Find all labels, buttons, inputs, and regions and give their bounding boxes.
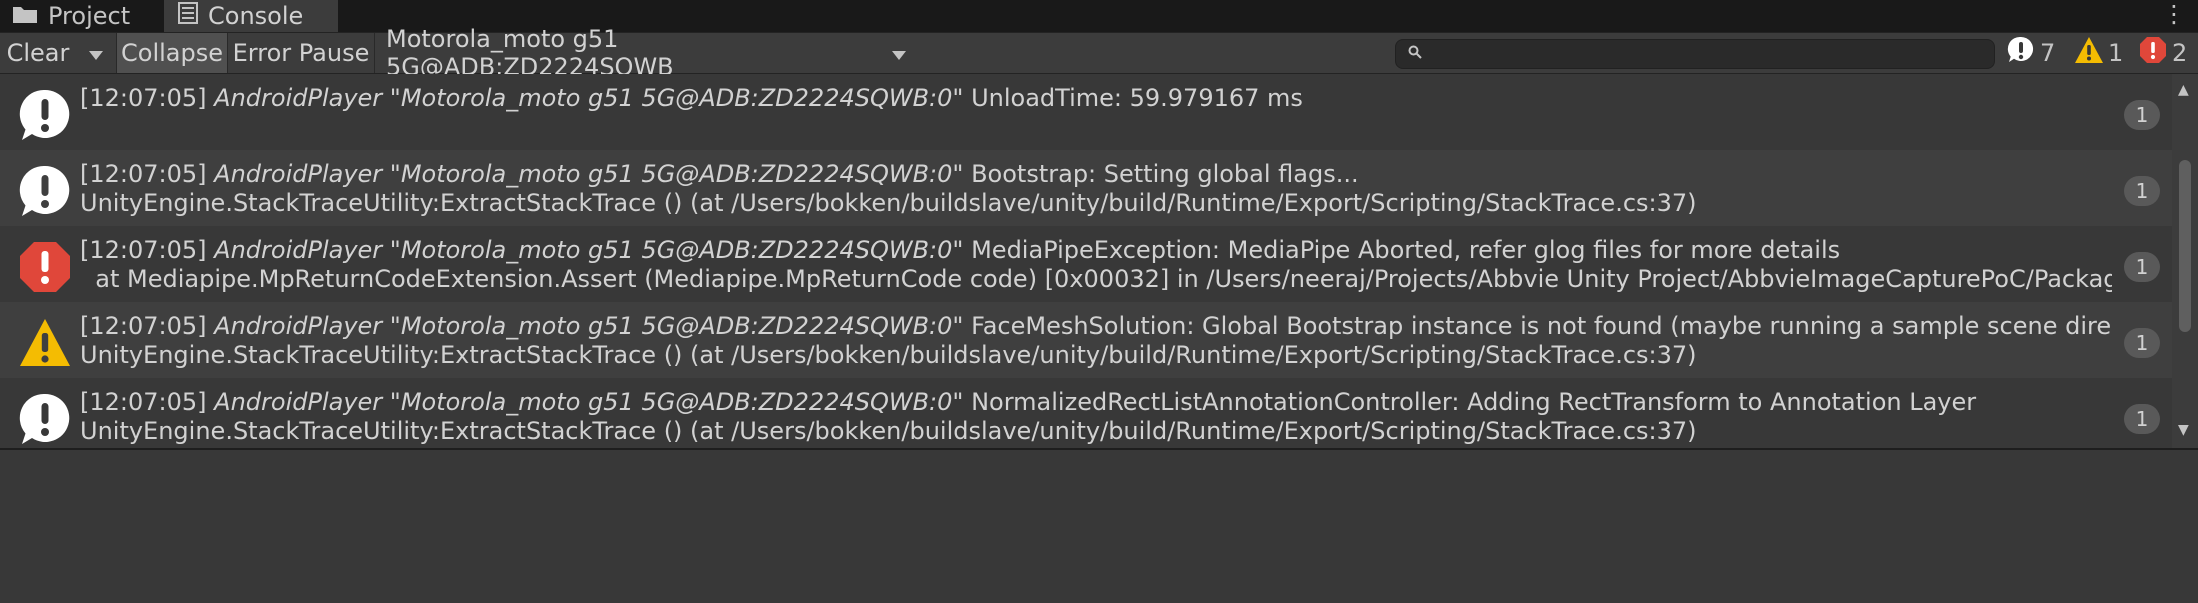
info-count: 7: [2040, 39, 2056, 67]
log-entry[interactable]: [12:07:05] AndroidPlayer "Motorola_moto …: [0, 226, 2172, 302]
log-entry[interactable]: [12:07:05] AndroidPlayer "Motorola_moto …: [0, 74, 2172, 150]
error-icon: [2138, 35, 2168, 71]
log-source: AndroidPlayer "Motorola_moto g51 5G@ADB:…: [214, 84, 964, 112]
log-source: AndroidPlayer "Motorola_moto g51 5G@ADB:…: [214, 388, 964, 416]
tab-console-label: Console: [208, 2, 304, 30]
info-icon: [2006, 35, 2036, 71]
log-text: FaceMeshSolution: Global Bootstrap insta…: [971, 312, 2112, 340]
error-counter-toggle[interactable]: 2: [2138, 33, 2187, 73]
log-count-badge: 1: [2124, 100, 2160, 130]
log-entry[interactable]: [12:07:05] AndroidPlayer "Motorola_moto …: [0, 150, 2172, 226]
error-pause-label: Error Pause: [232, 39, 370, 67]
log-count-badge: 1: [2124, 176, 2160, 206]
info-counter-toggle[interactable]: 7: [2006, 33, 2055, 73]
log-text: NormalizedRectListAnnotationController: …: [971, 388, 1977, 416]
log-time: [12:07:05]: [80, 236, 207, 264]
console-icon: [178, 2, 198, 30]
log-entry[interactable]: [12:07:05] AndroidPlayer "Motorola_moto …: [0, 378, 2172, 448]
chevron-down-icon: [892, 39, 906, 67]
log-detail-pane: [0, 448, 2198, 603]
log-text: MediaPipeException: MediaPipe Aborted, r…: [971, 236, 1841, 264]
log-time: [12:07:05]: [80, 84, 207, 112]
tab-bar: Project Console ⋮: [0, 0, 2198, 32]
log-count-badge: 1: [2124, 328, 2160, 358]
scrollbar-thumb[interactable]: [2179, 160, 2191, 332]
tab-project-label: Project: [48, 2, 131, 30]
tab-project[interactable]: Project: [12, 0, 130, 32]
log-message: [12:07:05] AndroidPlayer "Motorola_moto …: [80, 388, 2112, 446]
scroll-up-arrow-icon[interactable]: ▲: [2178, 82, 2189, 98]
error-icon: [18, 240, 72, 294]
error-count: 2: [2172, 39, 2188, 67]
log-message: [12:07:05] AndroidPlayer "Motorola_moto …: [80, 84, 2112, 113]
log-count-badge: 1: [2124, 404, 2160, 434]
scroll-down-arrow-icon[interactable]: ▼: [2178, 422, 2189, 438]
log-time: [12:07:05]: [80, 160, 207, 188]
tab-console[interactable]: Console: [164, 0, 338, 32]
log-stacktrace: UnityEngine.StackTraceUtility:ExtractSta…: [80, 417, 1697, 445]
info-icon: [18, 392, 72, 446]
log-stacktrace: at Mediapipe.MpReturnCodeExtension.Asser…: [80, 265, 2112, 293]
clear-button[interactable]: Clear: [0, 33, 76, 73]
log-source: AndroidPlayer "Motorola_moto g51 5G@ADB:…: [214, 312, 964, 340]
device-label: Motorola_moto g51 5G@ADB:ZD2224SQWB: [386, 25, 674, 81]
warning-count: 1: [2108, 39, 2124, 67]
chevron-down-icon: [89, 39, 103, 67]
log-stacktrace: UnityEngine.StackTraceUtility:ExtractSta…: [80, 341, 1697, 369]
search-input[interactable]: [1395, 39, 1995, 69]
log-text: Bootstrap: Setting global flags...: [971, 160, 1359, 188]
log-message: [12:07:05] AndroidPlayer "Motorola_moto …: [80, 312, 2112, 370]
log-text: UnloadTime: 59.979167 ms: [971, 84, 1303, 112]
log-entry[interactable]: [12:07:05] AndroidPlayer "Motorola_moto …: [0, 302, 2172, 378]
warning-counter-toggle[interactable]: 1: [2074, 33, 2123, 73]
log-scrollbar[interactable]: ▲ ▼: [2172, 74, 2198, 448]
info-icon: [18, 164, 72, 218]
log-message: [12:07:05] AndroidPlayer "Motorola_moto …: [80, 160, 2112, 218]
error-pause-toggle[interactable]: Error Pause: [228, 33, 375, 73]
log-list: [12:07:05] AndroidPlayer "Motorola_moto …: [0, 74, 2172, 448]
folder-icon: [12, 2, 38, 30]
log-stacktrace: UnityEngine.StackTraceUtility:ExtractSta…: [80, 189, 1697, 217]
warning-icon: [18, 316, 72, 370]
log-time: [12:07:05]: [80, 388, 207, 416]
clear-label: Clear: [6, 39, 70, 67]
log-message: [12:07:05] AndroidPlayer "Motorola_moto …: [80, 236, 2112, 294]
collapse-toggle[interactable]: Collapse: [117, 33, 228, 73]
console-toolbar: Clear Collapse Error Pause Motorola_moto…: [0, 25, 2198, 81]
log-source: AndroidPlayer "Motorola_moto g51 5G@ADB:…: [214, 160, 964, 188]
warning-icon: [2074, 36, 2104, 70]
device-dropdown[interactable]: Motorola_moto g51 5G@ADB:ZD2224SQWB: [376, 25, 906, 81]
more-options-icon[interactable]: ⋮: [2162, 0, 2186, 28]
log-time: [12:07:05]: [80, 312, 207, 340]
collapse-label: Collapse: [121, 39, 223, 67]
log-count-badge: 1: [2124, 252, 2160, 282]
log-source: AndroidPlayer "Motorola_moto g51 5G@ADB:…: [214, 236, 964, 264]
info-icon: [18, 88, 72, 142]
search-icon: [1408, 44, 1422, 63]
clear-options-dropdown[interactable]: [76, 33, 117, 73]
